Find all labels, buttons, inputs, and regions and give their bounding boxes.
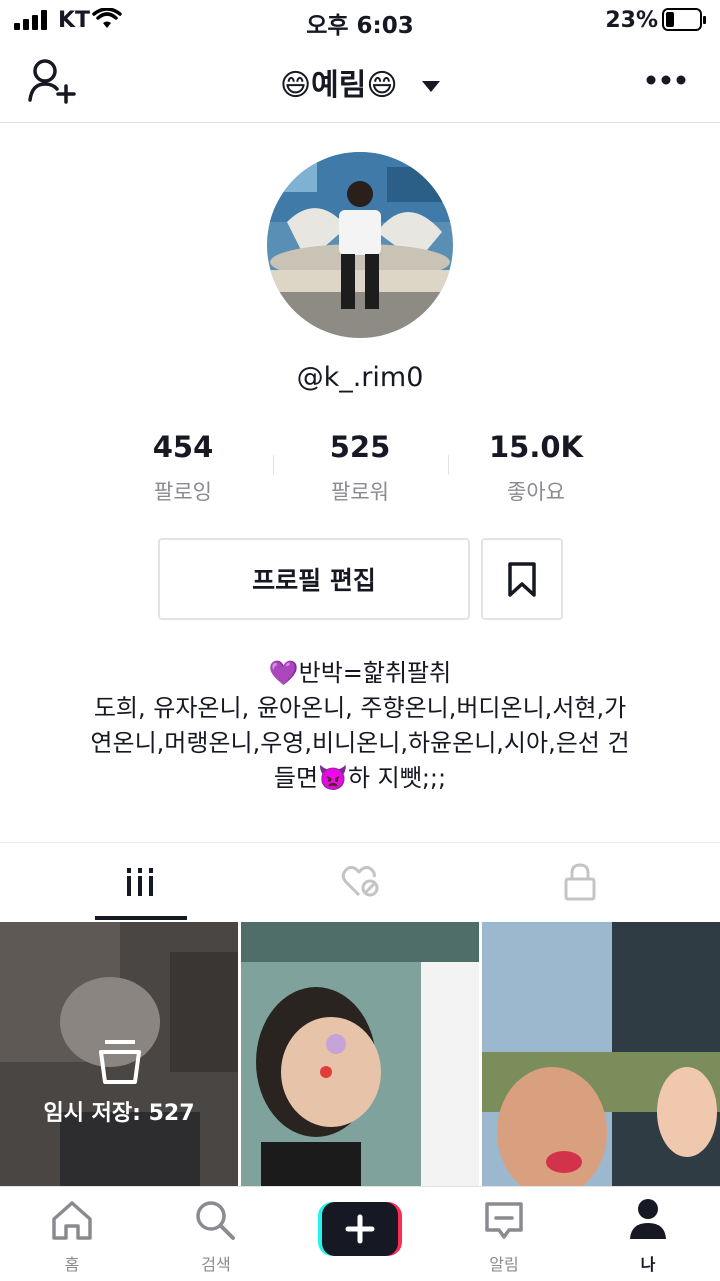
liked-heart-icon <box>341 865 379 897</box>
nav-home-label: 홈 <box>64 1255 80 1274</box>
followers-label: 팔로워 <box>331 480 389 504</box>
grid-icon <box>127 868 153 896</box>
likes-stat[interactable]: 15.0K 좋아요 <box>446 430 626 506</box>
avatar-photo <box>267 152 453 338</box>
bottom-nav: 홈 검색 알림 나 <box>0 1186 720 1281</box>
nav-create[interactable] <box>288 1187 432 1281</box>
home-icon <box>52 1201 92 1240</box>
drafts-count: 임시 저장: 527 <box>43 1101 195 1126</box>
followers-stat[interactable]: 525 팔로워 <box>270 430 450 506</box>
video-tile[interactable] <box>482 922 720 1186</box>
following-stat[interactable]: 454 팔로잉 <box>93 430 273 506</box>
inbox-icon <box>485 1202 523 1239</box>
following-label: 팔로잉 <box>154 480 212 504</box>
following-count: 454 <box>152 430 214 464</box>
nav-inbox-label: 알림 <box>489 1255 519 1274</box>
followers-count: 525 <box>329 430 391 464</box>
video-thumbnail <box>241 922 479 1186</box>
content-tabs <box>0 842 720 921</box>
active-tab-indicator <box>95 916 187 920</box>
create-icon <box>318 1202 402 1256</box>
status-bar: KT 오후 6:03 23% <box>0 0 720 40</box>
chevron-down-icon[interactable] <box>422 80 441 93</box>
avatar[interactable] <box>267 152 453 338</box>
likes-label: 좋아요 <box>507 480 565 504</box>
video-tile[interactable] <box>241 922 479 1186</box>
lock-icon <box>564 863 596 901</box>
bookmark-icon <box>508 562 536 597</box>
profile-header: 😄예림😄 <box>0 40 720 123</box>
video-thumbnail <box>482 922 720 1186</box>
more-options-icon[interactable] <box>646 74 686 86</box>
likes-count: 15.0K <box>488 430 584 464</box>
nav-profile-label: 나 <box>640 1255 656 1274</box>
nav-search[interactable]: 검색 <box>144 1187 288 1281</box>
profile-icon <box>630 1199 666 1239</box>
nav-inbox[interactable]: 알림 <box>432 1187 576 1281</box>
favorites-button[interactable] <box>481 538 563 620</box>
drafts-icon <box>99 1040 141 1084</box>
battery-icon <box>662 8 706 31</box>
username: @k_.rim0 <box>296 362 424 393</box>
nav-home[interactable]: 홈 <box>0 1187 144 1281</box>
battery-percent: 23% <box>605 8 658 33</box>
nav-search-label: 검색 <box>201 1255 231 1274</box>
nav-profile[interactable]: 나 <box>576 1187 720 1281</box>
page-title[interactable]: 😄예림😄 <box>0 60 720 104</box>
search-icon <box>196 1201 235 1240</box>
drafts-tile[interactable]: 임시 저장: 527 <box>0 922 238 1186</box>
edit-profile-button[interactable]: 프로필 편집 <box>158 538 470 620</box>
tab-videos[interactable] <box>20 843 260 921</box>
account-name[interactable]: 😄예림😄 <box>280 68 398 103</box>
bio-text: 💜반박=핥취팔취 도희, 유자온니, 윤아온니, 주향온니,버디온니,서현,가 … <box>90 659 630 792</box>
tab-private[interactable] <box>460 843 700 921</box>
tab-liked[interactable] <box>240 843 480 921</box>
